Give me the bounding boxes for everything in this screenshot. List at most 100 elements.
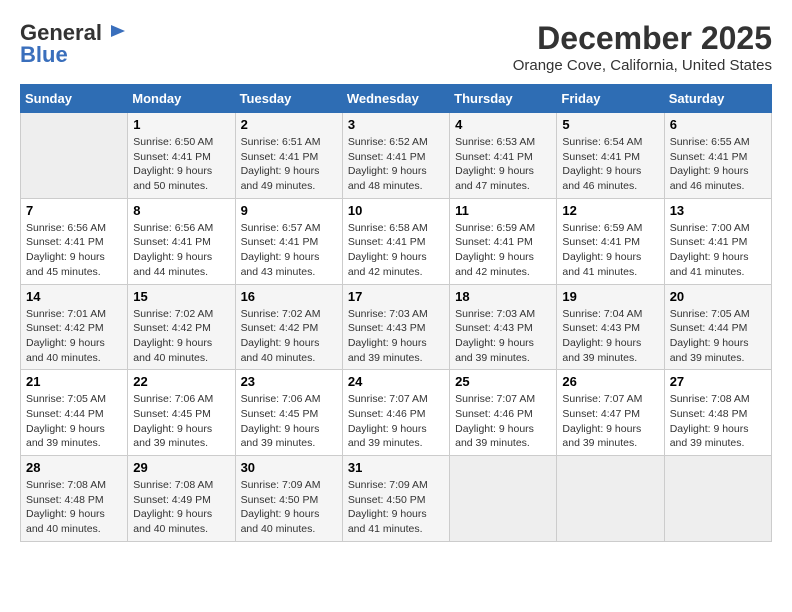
day-info: Sunrise: 7:07 AMSunset: 4:46 PMDaylight:… (455, 392, 551, 451)
day-info: Sunrise: 7:07 AMSunset: 4:47 PMDaylight:… (562, 392, 658, 451)
day-info: Sunrise: 6:58 AMSunset: 4:41 PMDaylight:… (348, 221, 444, 280)
logo: General Blue (20, 20, 128, 68)
day-number: 14 (26, 289, 122, 304)
calendar-week-row: 7Sunrise: 6:56 AMSunset: 4:41 PMDaylight… (21, 198, 772, 284)
day-number: 7 (26, 203, 122, 218)
calendar-day-cell: 21Sunrise: 7:05 AMSunset: 4:44 PMDayligh… (21, 370, 128, 456)
calendar-week-row: 28 Sunrise: 7:08 AMSunset: 4:48 PMDayligh… (21, 456, 772, 542)
calendar-day-cell: 29 Sunrise: 7:08 AMSunset: 4:49 PMDayligh… (128, 456, 235, 542)
calendar-day-cell: 2 Sunrise: 6:51 AMSunset: 4:41 PMDaylight… (235, 113, 342, 199)
day-number: 9 (241, 203, 337, 218)
day-info: Sunrise: 7:07 AMSunset: 4:46 PMDaylight:… (348, 392, 444, 451)
day-info: Sunrise: 6:50 AMSunset: 4:41 PMDaylight:… (133, 135, 229, 194)
day-info: Sunrise: 7:02 AMSunset: 4:42 PMDaylight:… (133, 307, 229, 366)
calendar-day-cell (450, 456, 557, 542)
calendar-day-cell: 27 Sunrise: 7:08 AMSunset: 4:48 PMDayligh… (664, 370, 771, 456)
day-info: Sunrise: 6:54 AMSunset: 4:41 PMDaylight:… (562, 135, 658, 194)
day-number: 27 (670, 374, 766, 389)
day-info: Sunrise: 6:53 AMSunset: 4:41 PMDaylight:… (455, 135, 551, 194)
day-number: 16 (241, 289, 337, 304)
calendar-day-cell: 1 Sunrise: 6:50 AMSunset: 4:41 PMDaylight… (128, 113, 235, 199)
day-info: Sunrise: 6:52 AMSunset: 4:41 PMDaylight:… (348, 135, 444, 194)
day-number: 30 (241, 460, 337, 475)
calendar-day-cell: 11Sunrise: 6:59 AMSunset: 4:41 PMDayligh… (450, 198, 557, 284)
day-number: 26 (562, 374, 658, 389)
day-number: 23 (241, 374, 337, 389)
calendar-day-cell: 30 Sunrise: 7:09 AMSunset: 4:50 PMDayligh… (235, 456, 342, 542)
calendar-week-row: 1 Sunrise: 6:50 AMSunset: 4:41 PMDaylight… (21, 113, 772, 199)
day-number: 31 (348, 460, 444, 475)
day-number: 8 (133, 203, 229, 218)
day-number: 1 (133, 117, 229, 132)
calendar-day-cell: 22 Sunrise: 7:06 AMSunset: 4:45 PMDayligh… (128, 370, 235, 456)
calendar-day-cell: 9 Sunrise: 6:57 AMSunset: 4:41 PMDaylight… (235, 198, 342, 284)
day-number: 15 (133, 289, 229, 304)
day-number: 24 (348, 374, 444, 389)
calendar-day-cell: 13 Sunrise: 7:00 AMSunset: 4:41 PMDayligh… (664, 198, 771, 284)
calendar-day-cell: 17 Sunrise: 7:03 AMSunset: 4:43 PMDayligh… (342, 284, 449, 370)
calendar-day-cell (557, 456, 664, 542)
weekday-header-sunday: Sunday (21, 85, 128, 113)
day-info: Sunrise: 7:06 AMSunset: 4:45 PMDaylight:… (241, 392, 337, 451)
day-info: Sunrise: 7:09 AMSunset: 4:50 PMDaylight:… (241, 478, 337, 537)
day-info: Sunrise: 6:59 AMSunset: 4:41 PMDaylight:… (562, 221, 658, 280)
calendar-day-cell: 31 Sunrise: 7:09 AMSunset: 4:50 PMDayligh… (342, 456, 449, 542)
calendar-day-cell: 20Sunrise: 7:05 AMSunset: 4:44 PMDayligh… (664, 284, 771, 370)
day-info: Sunrise: 6:51 AMSunset: 4:41 PMDaylight:… (241, 135, 337, 194)
weekday-header-friday: Friday (557, 85, 664, 113)
location-title: Orange Cove, California, United States (513, 57, 772, 74)
calendar-day-cell: 18Sunrise: 7:03 AMSunset: 4:43 PMDayligh… (450, 284, 557, 370)
day-info: Sunrise: 7:03 AMSunset: 4:43 PMDaylight:… (348, 307, 444, 366)
day-number: 3 (348, 117, 444, 132)
calendar-day-cell: 19 Sunrise: 7:04 AMSunset: 4:43 PMDayligh… (557, 284, 664, 370)
day-number: 17 (348, 289, 444, 304)
day-number: 22 (133, 374, 229, 389)
day-info: Sunrise: 7:01 AMSunset: 4:42 PMDaylight:… (26, 307, 122, 366)
weekday-header-thursday: Thursday (450, 85, 557, 113)
day-info: Sunrise: 7:08 AMSunset: 4:48 PMDaylight:… (670, 392, 766, 451)
day-number: 29 (133, 460, 229, 475)
calendar-day-cell: 12 Sunrise: 6:59 AMSunset: 4:41 PMDayligh… (557, 198, 664, 284)
calendar-day-cell: 3 Sunrise: 6:52 AMSunset: 4:41 PMDaylight… (342, 113, 449, 199)
day-number: 4 (455, 117, 551, 132)
calendar-day-cell: 28 Sunrise: 7:08 AMSunset: 4:48 PMDayligh… (21, 456, 128, 542)
day-number: 20 (670, 289, 766, 304)
day-number: 25 (455, 374, 551, 389)
calendar-day-cell: 8Sunrise: 6:56 AMSunset: 4:41 PMDaylight… (128, 198, 235, 284)
day-info: Sunrise: 7:09 AMSunset: 4:50 PMDaylight:… (348, 478, 444, 537)
weekday-header-wednesday: Wednesday (342, 85, 449, 113)
logo-icon (109, 23, 127, 45)
day-info: Sunrise: 7:08 AMSunset: 4:48 PMDaylight:… (26, 478, 122, 537)
calendar-day-cell: 10 Sunrise: 6:58 AMSunset: 4:41 PMDayligh… (342, 198, 449, 284)
day-number: 19 (562, 289, 658, 304)
weekday-header-row: SundayMondayTuesdayWednesdayThursdayFrid… (21, 85, 772, 113)
calendar-day-cell: 7Sunrise: 6:56 AMSunset: 4:41 PMDaylight… (21, 198, 128, 284)
calendar-day-cell: 15 Sunrise: 7:02 AMSunset: 4:42 PMDayligh… (128, 284, 235, 370)
day-info: Sunrise: 7:08 AMSunset: 4:49 PMDaylight:… (133, 478, 229, 537)
calendar-day-cell: 4 Sunrise: 6:53 AMSunset: 4:41 PMDaylight… (450, 113, 557, 199)
calendar-day-cell: 24 Sunrise: 7:07 AMSunset: 4:46 PMDayligh… (342, 370, 449, 456)
calendar-day-cell (664, 456, 771, 542)
day-number: 13 (670, 203, 766, 218)
weekday-header-monday: Monday (128, 85, 235, 113)
day-info: Sunrise: 7:00 AMSunset: 4:41 PMDaylight:… (670, 221, 766, 280)
calendar-day-cell (21, 113, 128, 199)
month-title: December 2025 (513, 20, 772, 57)
calendar-day-cell: 6Sunrise: 6:55 AMSunset: 4:41 PMDaylight… (664, 113, 771, 199)
day-number: 6 (670, 117, 766, 132)
day-number: 28 (26, 460, 122, 475)
day-info: Sunrise: 7:02 AMSunset: 4:42 PMDaylight:… (241, 307, 337, 366)
day-info: Sunrise: 7:06 AMSunset: 4:45 PMDaylight:… (133, 392, 229, 451)
day-number: 12 (562, 203, 658, 218)
calendar-week-row: 14 Sunrise: 7:01 AMSunset: 4:42 PMDayligh… (21, 284, 772, 370)
calendar-table: SundayMondayTuesdayWednesdayThursdayFrid… (20, 84, 772, 542)
day-info: Sunrise: 6:57 AMSunset: 4:41 PMDaylight:… (241, 221, 337, 280)
calendar-day-cell: 5 Sunrise: 6:54 AMSunset: 4:41 PMDaylight… (557, 113, 664, 199)
day-number: 2 (241, 117, 337, 132)
calendar-day-cell: 23 Sunrise: 7:06 AMSunset: 4:45 PMDayligh… (235, 370, 342, 456)
day-number: 10 (348, 203, 444, 218)
weekday-header-saturday: Saturday (664, 85, 771, 113)
day-number: 5 (562, 117, 658, 132)
day-info: Sunrise: 7:04 AMSunset: 4:43 PMDaylight:… (562, 307, 658, 366)
calendar-day-cell: 26 Sunrise: 7:07 AMSunset: 4:47 PMDayligh… (557, 370, 664, 456)
